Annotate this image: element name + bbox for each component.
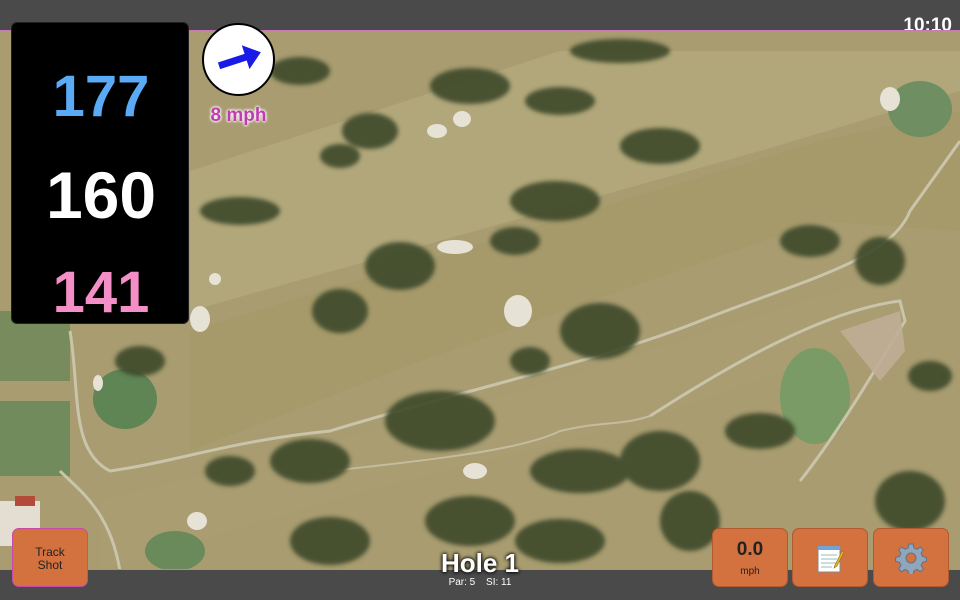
settings-button[interactable]: [873, 528, 949, 587]
track-shot-button[interactable]: Track Shot: [12, 528, 88, 587]
wind-speed-label: 8 mph: [210, 105, 267, 126]
track-shot-label-line2: Shot: [37, 558, 63, 572]
gear-icon: [895, 543, 927, 574]
speed-unit: mph: [740, 566, 760, 577]
back-distance: 177: [52, 64, 150, 129]
notes-button[interactable]: [792, 528, 868, 587]
front-distance: 141: [52, 260, 150, 325]
hole-par: Par: 5: [448, 577, 476, 588]
speed-button[interactable]: 0.0 mph: [712, 528, 788, 587]
wind-compass: [202, 23, 275, 96]
hole-info: Par: 5 SI: 11: [380, 577, 580, 588]
hole-title: Hole 1: [440, 548, 520, 578]
distance-panel: 177 160 141: [11, 22, 189, 325]
middle-distance: 160: [45, 158, 157, 232]
hole-stroke-index: SI: 11: [486, 577, 512, 588]
notepad-icon: [817, 545, 844, 572]
wind-arrow-icon: [217, 45, 261, 70]
speed-value: 0.0: [736, 539, 764, 560]
